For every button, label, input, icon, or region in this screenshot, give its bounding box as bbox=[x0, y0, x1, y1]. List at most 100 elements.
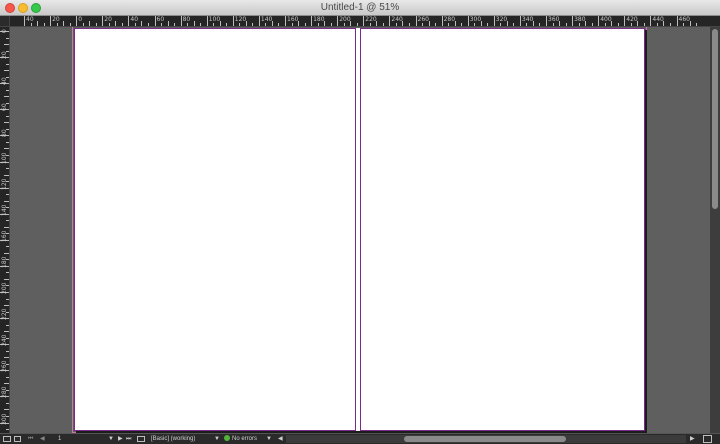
ruler-tick-label: 100 bbox=[1, 152, 8, 164]
ruler-minor-tick bbox=[95, 23, 97, 26]
ruler-minor-tick bbox=[226, 23, 228, 26]
ruler-tick-label: 100 bbox=[208, 16, 221, 23]
preflight-panel-icon[interactable] bbox=[137, 436, 145, 442]
ruler-minor-tick bbox=[6, 168, 9, 170]
ruler-minor-tick bbox=[4, 174, 9, 176]
ruler-minor-tick bbox=[6, 429, 9, 431]
ruler-tick-label: 380 bbox=[574, 16, 586, 23]
ruler-minor-tick bbox=[617, 23, 619, 26]
profile-menu-chevron-icon[interactable]: ▼ bbox=[214, 435, 220, 444]
ruler-minor-tick bbox=[4, 357, 9, 359]
ruler-minor-tick bbox=[252, 23, 254, 26]
status-bar: ⏮ ◀ 1 ▼ ▶ ⏭ [Basic] (working) ▼ No error… bbox=[0, 433, 720, 444]
ruler-minor-tick bbox=[565, 23, 567, 26]
split-window-icon[interactable] bbox=[703, 435, 712, 443]
vertical-scrollbar[interactable] bbox=[710, 27, 720, 433]
ruler-minor-tick bbox=[6, 272, 9, 274]
scroll-right-icon[interactable]: ▶ bbox=[690, 435, 695, 444]
ruler-minor-tick bbox=[513, 23, 515, 26]
ruler-minor-tick bbox=[526, 23, 528, 26]
document-spread[interactable] bbox=[74, 28, 645, 431]
ruler-minor-tick bbox=[6, 115, 9, 117]
ruler-minor-tick bbox=[6, 141, 9, 143]
open-page-icon[interactable] bbox=[14, 436, 21, 442]
vertical-ruler[interactable]: 0 20 40 60 80 100 120 140 160 180 200 220 240 260 280 3… bbox=[0, 27, 10, 433]
ruler-minor-tick bbox=[324, 21, 326, 26]
ruler-tick-label: 400 bbox=[600, 16, 612, 23]
ruler-minor-tick bbox=[82, 23, 84, 26]
left-page[interactable] bbox=[74, 28, 356, 431]
horizontal-ruler[interactable]: 40 20 0 20 40 60 80 100 120 140 160 180 200 220 240 260… bbox=[10, 16, 720, 27]
page-number-field[interactable]: 1 bbox=[58, 435, 61, 444]
ruler-minor-tick bbox=[395, 23, 397, 26]
right-page[interactable] bbox=[360, 28, 645, 431]
ruler-minor-tick bbox=[6, 220, 9, 222]
preview-mode-icon[interactable] bbox=[3, 436, 11, 442]
ruler-minor-tick bbox=[4, 278, 9, 280]
ruler-minor-tick bbox=[487, 23, 489, 26]
ruler-tick-label: 20 bbox=[104, 16, 112, 23]
title-bar: Untitled-1 @ 51% bbox=[0, 0, 720, 16]
ruler-minor-tick bbox=[343, 23, 345, 26]
horizontal-scroll-thumb[interactable] bbox=[404, 436, 566, 442]
ruler-tick-label: 140 bbox=[260, 16, 273, 23]
ruler-minor-tick bbox=[89, 21, 91, 26]
ruler-minor-tick bbox=[435, 23, 437, 26]
ruler-minor-tick bbox=[245, 21, 247, 26]
ruler-tick-label: 260 bbox=[1, 360, 8, 373]
ruler-major-tick bbox=[650, 16, 652, 26]
previous-page-icon[interactable]: ◀ bbox=[40, 435, 45, 444]
horizontal-scrollbar[interactable] bbox=[286, 435, 686, 443]
ruler-minor-tick bbox=[134, 23, 136, 26]
first-spread-icon[interactable]: ⏮ bbox=[28, 435, 33, 444]
ruler-tick-label: 0 bbox=[1, 29, 8, 33]
ruler-minor-tick bbox=[500, 23, 502, 26]
ruler-minor-tick bbox=[4, 252, 9, 254]
ruler-tick-label: 300 bbox=[469, 16, 482, 23]
ruler-minor-tick bbox=[4, 409, 9, 411]
ruler-minor-tick bbox=[604, 23, 606, 26]
preflight-profile-select[interactable]: [Basic] (working) bbox=[151, 435, 195, 444]
ruler-minor-tick bbox=[630, 23, 632, 26]
ruler-minor-tick bbox=[448, 23, 450, 26]
ruler-minor-tick bbox=[422, 23, 424, 26]
ruler-minor-tick bbox=[552, 23, 554, 26]
ruler-minor-tick bbox=[356, 23, 358, 26]
last-spread-icon[interactable]: ⏭ bbox=[126, 435, 131, 444]
ruler-tick-label: 40 bbox=[26, 16, 34, 23]
preflight-status[interactable]: No errors bbox=[224, 435, 257, 444]
preflight-menu-chevron-icon[interactable]: ▼ bbox=[266, 435, 272, 444]
ruler-minor-tick bbox=[115, 21, 117, 26]
ruler-minor-tick bbox=[480, 21, 482, 26]
vertical-scroll-thumb[interactable] bbox=[712, 29, 718, 209]
ruler-tick-label: 300 bbox=[1, 413, 8, 425]
ruler-minor-tick bbox=[69, 23, 71, 26]
ruler-minor-tick bbox=[689, 21, 691, 26]
ruler-minor-tick bbox=[4, 96, 9, 98]
ruler-minor-tick bbox=[265, 23, 267, 26]
next-page-icon[interactable]: ▶ bbox=[118, 435, 123, 444]
window-title: Untitled-1 @ 51% bbox=[320, 2, 400, 13]
ruler-tick-label: 280 bbox=[1, 386, 8, 399]
ruler-minor-tick bbox=[4, 122, 9, 124]
ruler-minor-tick bbox=[663, 21, 665, 26]
page-menu-chevron-icon[interactable]: ▼ bbox=[108, 435, 114, 444]
scroll-left-icon[interactable]: ◀ bbox=[278, 435, 283, 444]
ruler-origin[interactable] bbox=[0, 16, 10, 27]
ruler-major-tick bbox=[285, 16, 286, 26]
ruler-minor-tick bbox=[461, 23, 463, 26]
ruler-minor-tick bbox=[669, 23, 671, 26]
ruler-minor-tick bbox=[6, 246, 9, 248]
ruler-major-tick bbox=[232, 16, 234, 26]
ruler-minor-tick bbox=[578, 23, 580, 26]
ruler-tick-label: 340 bbox=[521, 16, 534, 23]
ruler-tick-label: 360 bbox=[548, 16, 560, 23]
ruler-minor-tick bbox=[408, 23, 410, 26]
ruler-minor-tick bbox=[611, 21, 613, 26]
ruler-minor-tick bbox=[6, 376, 9, 378]
ruler-minor-tick bbox=[474, 23, 476, 26]
ruler-major-tick bbox=[128, 16, 130, 26]
ruler-minor-tick bbox=[219, 21, 221, 26]
pasteboard[interactable] bbox=[10, 27, 710, 433]
ruler-minor-tick bbox=[4, 305, 9, 307]
